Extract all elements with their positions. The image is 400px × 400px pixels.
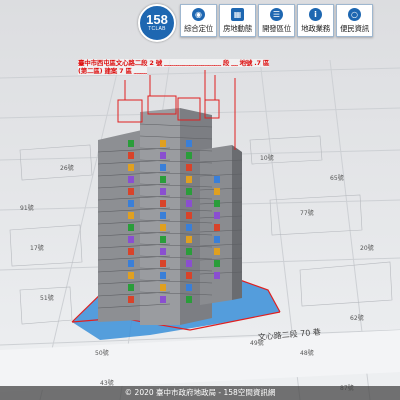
unit-marker[interactable]: [128, 212, 134, 219]
unit-marker[interactable]: [214, 236, 220, 243]
unit-marker[interactable]: [186, 188, 192, 195]
unit-marker[interactable]: [186, 284, 192, 291]
unit-marker[interactable]: [186, 140, 192, 147]
unit-marker[interactable]: [128, 200, 134, 207]
unit-marker[interactable]: [186, 176, 192, 183]
site-logo[interactable]: 158 TCLAB: [138, 4, 176, 42]
unit-marker[interactable]: [160, 200, 166, 207]
unit-marker[interactable]: [186, 224, 192, 231]
unit-marker[interactable]: [160, 224, 166, 231]
real-estate-label: 房地動態: [223, 24, 252, 33]
unit-marker[interactable]: [128, 260, 134, 267]
unit-marker[interactable]: [128, 272, 134, 279]
address-number-label: 20號: [360, 244, 374, 252]
unit-marker[interactable]: [186, 212, 192, 219]
unit-marker[interactable]: [128, 188, 134, 195]
address-number-label: 26號: [60, 164, 74, 172]
development-label: 開發區位: [262, 24, 291, 33]
unit-marker[interactable]: [128, 224, 134, 231]
unit-marker[interactable]: [128, 164, 134, 171]
unit-marker[interactable]: [160, 164, 166, 171]
unit-marker[interactable]: [160, 284, 166, 291]
public-info-label: 便民資訊: [340, 24, 369, 33]
unit-marker[interactable]: [160, 236, 166, 243]
location-pin-icon: ◉: [192, 8, 205, 21]
unit-marker[interactable]: [128, 152, 134, 159]
unit-marker[interactable]: [214, 260, 220, 267]
address-number-label: 77號: [300, 209, 314, 217]
callout-line-2: (第二區) 建案 7 區 ﹏﹏: [78, 67, 147, 75]
development-button[interactable]: ☰ 開發區位: [258, 4, 295, 37]
unit-marker[interactable]: [186, 152, 192, 159]
unit-marker[interactable]: [160, 176, 166, 183]
unit-marker[interactable]: [186, 164, 192, 171]
unit-marker[interactable]: [186, 260, 192, 267]
unit-marker[interactable]: [128, 140, 134, 147]
address-number-label: 65號: [330, 174, 344, 182]
logo-subtitle: TCLAB: [148, 26, 166, 32]
unit-marker[interactable]: [160, 272, 166, 279]
unit-marker[interactable]: [128, 236, 134, 243]
unit-marker[interactable]: [186, 248, 192, 255]
unit-marker[interactable]: [214, 188, 220, 195]
unit-marker[interactable]: [160, 212, 166, 219]
address-number-label: 49號: [250, 339, 264, 347]
unit-marker[interactable]: [214, 176, 220, 183]
parcel-callout: 臺中市西屯區文心路二段 2 號 ﹏﹏﹏﹏﹏﹏﹏﹏﹏ 段 ﹏ 地號 .7 區 (第…: [78, 59, 288, 75]
address-number-label: 51號: [40, 294, 54, 302]
unit-marker[interactable]: [214, 248, 220, 255]
unit-marker[interactable]: [186, 200, 192, 207]
public-info-button[interactable]: ○ 便民資訊: [336, 4, 373, 37]
unit-marker[interactable]: [186, 236, 192, 243]
unit-marker[interactable]: [214, 224, 220, 231]
building-icon: ▦: [231, 8, 244, 21]
land-admin-button[interactable]: i 地政業務: [297, 4, 334, 37]
unit-marker[interactable]: [160, 140, 166, 147]
locate-button[interactable]: ◉ 綜合定位: [180, 4, 217, 37]
unit-marker[interactable]: [160, 260, 166, 267]
address-number-label: 17號: [30, 244, 44, 252]
footer-copyright: © 2020 臺中市政府地政局 - 158空間資訊網: [0, 386, 400, 400]
unit-marker[interactable]: [160, 296, 166, 303]
address-number-label: 10號: [260, 154, 274, 162]
real-estate-button[interactable]: ▦ 房地動態: [219, 4, 256, 37]
logo-number: 158: [146, 12, 168, 27]
address-number-label: 91號: [20, 204, 34, 212]
address-number-label: 62號: [350, 314, 364, 322]
address-number-label: 48號: [300, 349, 314, 357]
unit-marker[interactable]: [128, 176, 134, 183]
address-number-label: 50號: [95, 349, 109, 357]
unit-marker[interactable]: [186, 296, 192, 303]
unit-marker[interactable]: [214, 200, 220, 207]
locate-label: 綜合定位: [184, 24, 213, 33]
unit-marker[interactable]: [128, 296, 134, 303]
unit-marker[interactable]: [160, 248, 166, 255]
unit-marker[interactable]: [160, 188, 166, 195]
unit-marker[interactable]: [186, 272, 192, 279]
info-icon: i: [309, 8, 322, 21]
unit-marker[interactable]: [214, 212, 220, 219]
top-toolbar: 158 TCLAB ◉ 綜合定位 ▦ 房地動態 ☰ 開發區位 i 地政業務 ○ …: [138, 4, 373, 42]
unit-marker[interactable]: [128, 248, 134, 255]
unit-marker[interactable]: [160, 152, 166, 159]
unit-marker[interactable]: [128, 284, 134, 291]
chat-icon: ○: [348, 8, 361, 21]
callout-line-1: 臺中市西屯區文心路二段 2 號 ﹏﹏﹏﹏﹏﹏﹏﹏﹏ 段 ﹏ 地號 .7 區: [78, 59, 270, 67]
unit-marker[interactable]: [214, 272, 220, 279]
land-admin-label: 地政業務: [301, 24, 330, 33]
layers-icon: ☰: [270, 8, 283, 21]
